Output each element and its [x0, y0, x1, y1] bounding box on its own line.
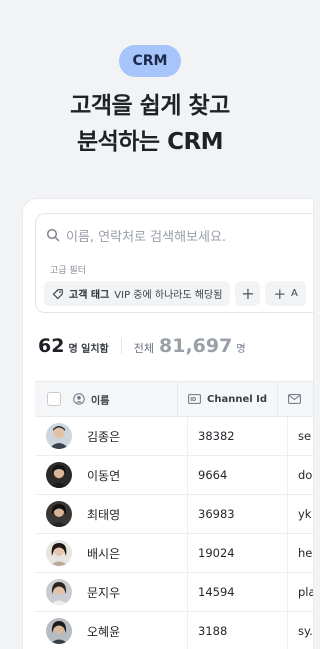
channel-id: 36983	[187, 494, 287, 534]
table-row[interactable]: 김종은 38382 se	[35, 416, 313, 456]
search-placeholder: 이름, 연락처로 검색해보세요.	[66, 229, 227, 245]
avatar	[46, 540, 72, 566]
add-chip-button[interactable]: + A	[265, 281, 306, 306]
header-name-label: 이름	[91, 395, 110, 407]
channel-id: 14594	[187, 572, 287, 612]
total-count: 81,697	[159, 335, 233, 357]
email: do	[287, 455, 313, 495]
table-row[interactable]: 오혜윤 3188 sy.	[35, 611, 313, 649]
table-row[interactable]: 이동연 9664 do	[35, 455, 313, 495]
header-channel-id[interactable]: ID Channel Id	[177, 381, 277, 417]
add-filter-button[interactable]: +	[235, 281, 261, 306]
mail-icon	[288, 394, 301, 404]
add-chip-label: A	[291, 288, 298, 299]
customer-name: 이동연	[87, 468, 121, 483]
table-row[interactable]: 최태영 36983 yk	[35, 494, 313, 534]
crm-badge: CRM	[119, 45, 181, 77]
advanced-filter-label: 고급 필터	[50, 266, 86, 276]
channel-id: 3188	[187, 611, 287, 649]
avatar	[46, 462, 72, 488]
email: yk	[287, 494, 313, 534]
total-unit: 명	[236, 344, 246, 355]
customer-name: 김종은	[87, 429, 121, 444]
email: he	[287, 533, 313, 573]
table-row[interactable]: 문지우 14594 pla	[35, 572, 313, 612]
divider	[120, 338, 122, 354]
select-all-cell	[35, 392, 73, 406]
page-title: 고객을 쉽게 찾고 분석하는 CRM	[0, 88, 300, 160]
crm-panel: 이름, 연락처로 검색해보세요. 고급 필터 고객 태그 VIP 중에 하나라도…	[23, 199, 313, 649]
search-icon	[46, 228, 60, 242]
matched-count: 62	[38, 335, 65, 357]
email: sy.	[287, 611, 313, 649]
customer-table: 이름 ID Channel Id 김종은 38382 se 이동연 9664 d…	[35, 381, 313, 649]
header-email[interactable]	[277, 381, 313, 417]
customer-name: 최태영	[87, 507, 121, 522]
email: pla	[287, 572, 313, 612]
avatar	[46, 423, 72, 449]
channel-id: 38382	[187, 416, 287, 456]
select-all-checkbox[interactable]	[47, 392, 61, 406]
customer-name: 문지우	[87, 585, 121, 600]
avatar	[46, 501, 72, 527]
customer-name: 배시은	[87, 546, 121, 561]
plus-icon: +	[241, 284, 255, 303]
result-counts: 62 명 일치함 전체 81,697 명	[38, 335, 246, 357]
avatar	[46, 618, 72, 644]
headline-line-2: 분석하는 CRM	[76, 129, 224, 155]
total-label: 전체	[133, 342, 154, 355]
header-name[interactable]: 이름	[73, 392, 177, 407]
email: se	[287, 416, 313, 456]
filter-chip-customer-tag[interactable]: 고객 태그 VIP 중에 하나라도 해당됨	[44, 281, 231, 306]
avatar	[46, 579, 72, 605]
svg-text:ID: ID	[190, 397, 196, 403]
search-card: 이름, 연락처로 검색해보세요. 고급 필터 고객 태그 VIP 중에 하나라도…	[35, 213, 313, 313]
matched-unit: 명 일치함	[68, 344, 109, 355]
filter-chip-field: 고객 태그	[69, 290, 110, 301]
table-row[interactable]: 배시은 19024 he	[35, 533, 313, 573]
customer-name: 오혜윤	[87, 624, 121, 639]
header-channel-label: Channel Id	[207, 393, 268, 405]
filter-row: 고객 태그 VIP 중에 하나라도 해당됨 + + A	[44, 281, 306, 306]
plus-icon: +	[273, 284, 287, 303]
tag-icon	[52, 288, 63, 299]
headline-line-1: 고객을 쉽게 찾고	[70, 93, 230, 119]
filter-chip-condition: VIP 중에 하나라도 해당됨	[114, 290, 223, 301]
user-icon	[73, 393, 85, 405]
channel-id: 9664	[187, 455, 287, 495]
search-input[interactable]: 이름, 연락처로 검색해보세요.	[46, 225, 226, 245]
channel-id: 19024	[187, 533, 287, 573]
table-header: 이름 ID Channel Id	[35, 381, 313, 417]
id-card-icon: ID	[188, 394, 201, 404]
